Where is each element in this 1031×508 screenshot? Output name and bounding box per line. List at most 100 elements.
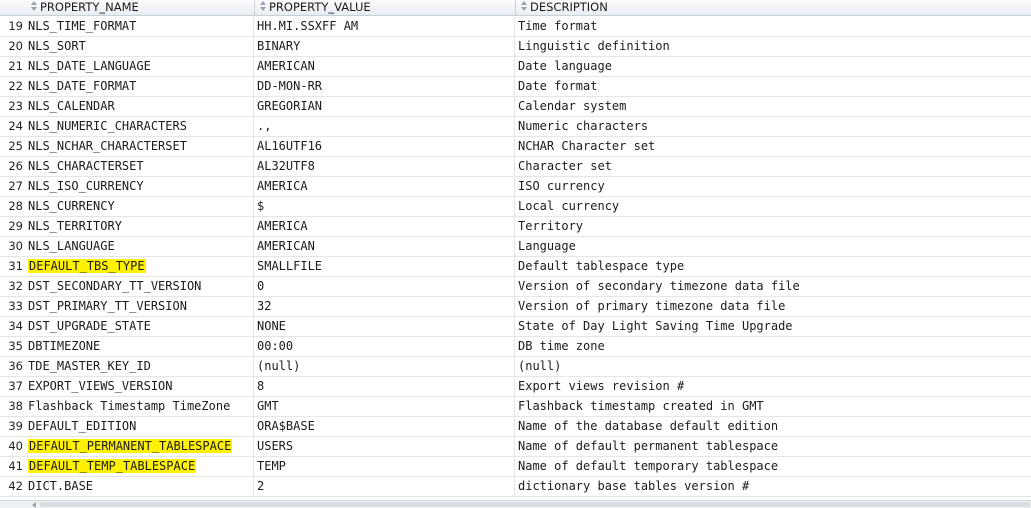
cell-property-name[interactable]: TDE_MASTER_KEY_ID bbox=[26, 357, 254, 376]
table-row[interactable]: 38 Flashback Timestamp TimeZone GMT Flashba… bbox=[0, 397, 1031, 417]
cell-description[interactable]: Export views revision # bbox=[516, 377, 1031, 396]
cell-description[interactable]: Date language bbox=[516, 57, 1031, 76]
row-number[interactable]: 22 bbox=[0, 77, 25, 96]
cell-description[interactable]: Flashback timestamp created in GMT bbox=[516, 397, 1031, 416]
row-number[interactable]: 27 bbox=[0, 177, 25, 196]
cell-property-value[interactable]: 0 bbox=[255, 277, 515, 296]
cell-description[interactable]: NCHAR Character set bbox=[516, 137, 1031, 156]
results-grid[interactable]: PROPERTY_NAME PROPERTY_VALUE DESCRIPTION… bbox=[0, 0, 1031, 500]
cell-property-name[interactable]: DEFAULT_TBS_TYPE bbox=[26, 257, 254, 276]
cell-property-name[interactable]: NLS_CALENDAR bbox=[26, 97, 254, 116]
row-number[interactable]: 41 bbox=[0, 457, 25, 476]
cell-property-value[interactable]: (null) bbox=[255, 357, 515, 376]
cell-property-value[interactable]: GREGORIAN bbox=[255, 97, 515, 116]
cell-property-name[interactable]: NLS_LANGUAGE bbox=[26, 237, 254, 256]
table-row[interactable]: 36 TDE_MASTER_KEY_ID (null) (null) bbox=[0, 357, 1031, 377]
row-number[interactable]: 33 bbox=[0, 297, 25, 316]
cell-property-value[interactable]: 00:00 bbox=[255, 337, 515, 356]
cell-description[interactable]: State of Day Light Saving Time Upgrade bbox=[516, 317, 1031, 336]
cell-property-value[interactable]: NONE bbox=[255, 317, 515, 336]
table-row[interactable]: 31 DEFAULT_TBS_TYPE SMALLFILE Default table… bbox=[0, 257, 1031, 277]
cell-property-name[interactable]: Flashback Timestamp TimeZone bbox=[26, 397, 254, 416]
scrollbar-thumb[interactable] bbox=[40, 502, 1030, 507]
cell-property-value[interactable]: 2 bbox=[255, 477, 515, 496]
cell-property-name[interactable]: DEFAULT_TEMP_TABLESPACE bbox=[26, 457, 254, 476]
row-number[interactable]: 40 bbox=[0, 437, 25, 456]
cell-description[interactable]: Version of primary timezone data file bbox=[516, 297, 1031, 316]
cell-property-value[interactable]: AMERICA bbox=[255, 217, 515, 236]
cell-description[interactable]: Name of the database default edition bbox=[516, 417, 1031, 436]
cell-property-value[interactable]: ., bbox=[255, 117, 515, 136]
cell-description[interactable]: Default tablespace type bbox=[516, 257, 1031, 276]
cell-property-name[interactable]: DEFAULT_EDITION bbox=[26, 417, 254, 436]
table-row[interactable]: 29 NLS_TERRITORY AMERICA Territory bbox=[0, 217, 1031, 237]
cell-description[interactable]: Language bbox=[516, 237, 1031, 256]
cell-property-value[interactable]: USERS bbox=[255, 437, 515, 456]
column-header-property-name[interactable]: PROPERTY_NAME bbox=[26, 0, 255, 16]
column-header-description[interactable]: DESCRIPTION bbox=[516, 0, 1031, 16]
cell-description[interactable]: Territory bbox=[516, 217, 1031, 236]
row-number[interactable]: 21 bbox=[0, 57, 25, 76]
cell-property-name[interactable]: DICT.BASE bbox=[26, 477, 254, 496]
row-number[interactable]: 20 bbox=[0, 37, 25, 56]
cell-property-name[interactable]: DST_SECONDARY_TT_VERSION bbox=[26, 277, 254, 296]
table-row[interactable]: 20 NLS_SORT BINARY Linguistic definition bbox=[0, 37, 1031, 57]
table-row[interactable]: 32 DST_SECONDARY_TT_VERSION 0 Version of se… bbox=[0, 277, 1031, 297]
cell-property-name[interactable]: NLS_NUMERIC_CHARACTERS bbox=[26, 117, 254, 136]
row-number[interactable]: 36 bbox=[0, 357, 25, 376]
cell-property-value[interactable]: AL16UTF16 bbox=[255, 137, 515, 156]
row-number[interactable]: 23 bbox=[0, 97, 25, 116]
table-row[interactable]: 19 NLS_TIME_FORMAT HH.MI.SSXFF AM Time form… bbox=[0, 17, 1031, 37]
cell-property-value[interactable]: AL32UTF8 bbox=[255, 157, 515, 176]
cell-description[interactable]: Character set bbox=[516, 157, 1031, 176]
scroll-left-arrow-icon[interactable] bbox=[32, 502, 36, 508]
cell-property-name[interactable]: DBTIMEZONE bbox=[26, 337, 254, 356]
table-row[interactable]: 27 NLS_ISO_CURRENCY AMERICA ISO currency bbox=[0, 177, 1031, 197]
column-header-property-value[interactable]: PROPERTY_VALUE bbox=[255, 0, 516, 16]
cell-property-name[interactable]: NLS_TIME_FORMAT bbox=[26, 17, 254, 36]
row-number[interactable]: 28 bbox=[0, 197, 25, 216]
row-number[interactable]: 37 bbox=[0, 377, 25, 396]
table-row[interactable]: 33 DST_PRIMARY_TT_VERSION 32 Version of pri… bbox=[0, 297, 1031, 317]
cell-property-value[interactable]: 32 bbox=[255, 297, 515, 316]
table-row[interactable]: 41 DEFAULT_TEMP_TABLESPACE TEMP Name of def… bbox=[0, 457, 1031, 477]
cell-property-value[interactable]: DD-MON-RR bbox=[255, 77, 515, 96]
cell-property-name[interactable]: NLS_DATE_LANGUAGE bbox=[26, 57, 254, 76]
cell-description[interactable]: Name of default permanent tablespace bbox=[516, 437, 1031, 456]
cell-property-name[interactable]: NLS_TERRITORY bbox=[26, 217, 254, 236]
row-number[interactable]: 34 bbox=[0, 317, 25, 336]
table-row[interactable]: 25 NLS_NCHAR_CHARACTERSET AL16UTF16 NCHAR C… bbox=[0, 137, 1031, 157]
cell-property-value[interactable]: AMERICA bbox=[255, 177, 515, 196]
row-number[interactable]: 30 bbox=[0, 237, 25, 256]
cell-property-name[interactable]: DST_UPGRADE_STATE bbox=[26, 317, 254, 336]
cell-property-name[interactable]: NLS_ISO_CURRENCY bbox=[26, 177, 254, 196]
cell-description[interactable]: ISO currency bbox=[516, 177, 1031, 196]
cell-property-value[interactable]: HH.MI.SSXFF AM bbox=[255, 17, 515, 36]
horizontal-scrollbar[interactable] bbox=[0, 500, 1031, 508]
cell-description[interactable]: Numeric characters bbox=[516, 117, 1031, 136]
row-number[interactable]: 26 bbox=[0, 157, 25, 176]
cell-property-name[interactable]: DST_PRIMARY_TT_VERSION bbox=[26, 297, 254, 316]
cell-description[interactable]: Version of secondary timezone data file bbox=[516, 277, 1031, 296]
cell-property-name[interactable]: NLS_DATE_FORMAT bbox=[26, 77, 254, 96]
row-number[interactable]: 35 bbox=[0, 337, 25, 356]
cell-description[interactable]: Calendar system bbox=[516, 97, 1031, 116]
cell-property-name[interactable]: NLS_SORT bbox=[26, 37, 254, 56]
cell-property-value[interactable]: AMERICAN bbox=[255, 57, 515, 76]
table-row[interactable]: 34 DST_UPGRADE_STATE NONE State of Day Ligh… bbox=[0, 317, 1031, 337]
table-row[interactable]: 26 NLS_CHARACTERSET AL32UTF8 Character set bbox=[0, 157, 1031, 177]
table-row[interactable]: 39 DEFAULT_EDITION ORA$BASE Name of the dat… bbox=[0, 417, 1031, 437]
cell-description[interactable]: Local currency bbox=[516, 197, 1031, 216]
cell-description[interactable]: Linguistic definition bbox=[516, 37, 1031, 56]
cell-property-value[interactable]: SMALLFILE bbox=[255, 257, 515, 276]
cell-property-name[interactable]: NLS_CURRENCY bbox=[26, 197, 254, 216]
cell-property-value[interactable]: BINARY bbox=[255, 37, 515, 56]
table-row[interactable]: 23 NLS_CALENDAR GREGORIAN Calendar system bbox=[0, 97, 1031, 117]
cell-property-value[interactable]: ORA$BASE bbox=[255, 417, 515, 436]
row-number[interactable]: 19 bbox=[0, 17, 25, 36]
row-number[interactable]: 42 bbox=[0, 477, 25, 496]
cell-description[interactable]: dictionary base tables version # bbox=[516, 477, 1031, 496]
row-number[interactable]: 32 bbox=[0, 277, 25, 296]
cell-description[interactable]: Name of default temporary tablespace bbox=[516, 457, 1031, 476]
cell-property-value[interactable]: 8 bbox=[255, 377, 515, 396]
